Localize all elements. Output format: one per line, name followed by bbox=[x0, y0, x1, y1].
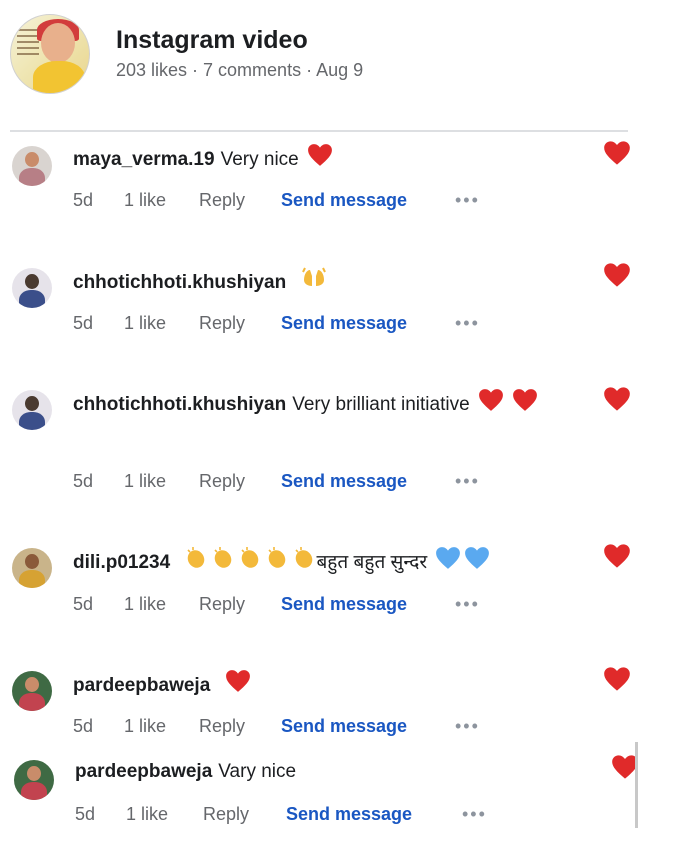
reply-button[interactable]: Reply bbox=[199, 716, 245, 737]
avatar[interactable] bbox=[14, 760, 54, 800]
red-heart-emoji bbox=[512, 388, 538, 422]
comment-body: Very brilliant initiative bbox=[292, 394, 470, 416]
red-heart-emoji bbox=[307, 143, 333, 177]
clapping-hands-emoji bbox=[238, 546, 262, 580]
clapping-hands-emoji bbox=[292, 546, 316, 580]
more-options-icon[interactable]: ••• bbox=[455, 716, 480, 737]
like-heart-icon[interactable] bbox=[603, 262, 631, 293]
comment-like-count[interactable]: 1 like bbox=[124, 313, 166, 334]
clapping-hands-emoji bbox=[265, 546, 289, 580]
comment-time: 5d bbox=[73, 313, 94, 333]
reply-button[interactable]: Reply bbox=[199, 471, 245, 492]
clapping-hands-emoji bbox=[211, 546, 235, 580]
comment-username[interactable]: chhotichhoti.khushiyan bbox=[73, 394, 286, 415]
comment-actions: 5d 1 like Reply Send message ••• bbox=[73, 471, 493, 493]
more-options-icon[interactable]: ••• bbox=[455, 471, 480, 492]
comment-like-count[interactable]: 1 like bbox=[126, 804, 168, 825]
comment-time: 5d bbox=[73, 190, 94, 210]
more-options-icon[interactable]: ••• bbox=[455, 313, 480, 334]
raising-hands-emoji bbox=[301, 266, 327, 300]
comment-text: maya_verma.19 Very nice bbox=[73, 143, 593, 177]
blue-heart-emoji bbox=[464, 546, 490, 580]
divider bbox=[10, 130, 628, 132]
clapping-hands-emoji bbox=[184, 546, 208, 580]
more-options-icon[interactable]: ••• bbox=[455, 190, 480, 211]
comment-actions: 5d 1 like Reply Send message ••• bbox=[75, 804, 495, 826]
comment-body: Vary nice bbox=[218, 761, 297, 782]
send-message-button[interactable]: Send message bbox=[281, 471, 407, 492]
comment-actions: 5d 1 like Reply Send message ••• bbox=[73, 594, 493, 616]
comment-text: dili.p01234 बहुत बहुत सुन्दर bbox=[73, 546, 593, 580]
more-options-icon[interactable]: ••• bbox=[455, 594, 480, 615]
post-header: Instagram video 203 likes · 7 comments ·… bbox=[10, 14, 610, 96]
like-heart-icon[interactable] bbox=[603, 543, 631, 574]
reply-button[interactable]: Reply bbox=[199, 190, 245, 211]
red-heart-emoji bbox=[478, 388, 504, 422]
comment-body: बहुत बहुत सुन्दर bbox=[316, 552, 428, 574]
post-title[interactable]: Instagram video bbox=[116, 26, 308, 55]
comment-like-count[interactable]: 1 like bbox=[124, 594, 166, 615]
comment-username[interactable]: pardeepbaweja bbox=[75, 761, 212, 782]
comment-time: 5d bbox=[73, 594, 94, 614]
comment-like-count[interactable]: 1 like bbox=[124, 471, 166, 492]
like-heart-icon[interactable] bbox=[603, 386, 631, 417]
comment-text: pardeepbaweja Vary nice bbox=[75, 757, 595, 787]
comment-actions: 5d 1 like Reply Send message ••• bbox=[73, 313, 493, 335]
avatar[interactable] bbox=[12, 671, 52, 711]
comment-time: 5d bbox=[73, 716, 94, 736]
avatar[interactable] bbox=[12, 548, 52, 588]
comment-text: pardeepbaweja bbox=[73, 669, 593, 703]
comment-body: Very nice bbox=[220, 149, 299, 171]
comment-actions: 5d 1 like Reply Send message ••• bbox=[73, 716, 493, 738]
comment-username[interactable]: chhotichhoti.khushiyan bbox=[73, 272, 286, 293]
comment-time: 5d bbox=[73, 471, 94, 491]
comment-username[interactable]: maya_verma.19 bbox=[73, 149, 215, 170]
red-heart-emoji bbox=[225, 669, 251, 703]
comment-text: chhotichhoti.khushiyan bbox=[73, 266, 593, 300]
send-message-button[interactable]: Send message bbox=[281, 190, 407, 211]
blue-heart-emoji bbox=[435, 546, 461, 580]
reply-button[interactable]: Reply bbox=[199, 313, 245, 334]
like-heart-icon[interactable] bbox=[603, 666, 631, 697]
send-message-button[interactable]: Send message bbox=[286, 804, 412, 825]
scrollbar[interactable] bbox=[635, 742, 638, 828]
post-meta: 203 likes · 7 comments · Aug 9 bbox=[116, 60, 364, 80]
send-message-button[interactable]: Send message bbox=[281, 716, 407, 737]
comment-username[interactable]: pardeepbaweja bbox=[73, 675, 210, 696]
like-heart-icon[interactable] bbox=[603, 140, 631, 171]
avatar[interactable] bbox=[12, 268, 52, 308]
reply-button[interactable]: Reply bbox=[199, 594, 245, 615]
comment-like-count[interactable]: 1 like bbox=[124, 190, 166, 211]
comment-time: 5d bbox=[75, 804, 96, 824]
comment-actions: 5d 1 like Reply Send message ••• bbox=[73, 190, 493, 212]
reply-button[interactable]: Reply bbox=[203, 804, 249, 825]
avatar[interactable] bbox=[12, 146, 52, 186]
comment-username[interactable]: dili.p01234 bbox=[73, 552, 170, 573]
post-thumbnail[interactable] bbox=[10, 14, 90, 94]
send-message-button[interactable]: Send message bbox=[281, 594, 407, 615]
comment-text: chhotichhoti.khushiyan Very brilliant ini… bbox=[73, 388, 593, 422]
comment-like-count[interactable]: 1 like bbox=[124, 716, 166, 737]
send-message-button[interactable]: Send message bbox=[281, 313, 407, 334]
avatar[interactable] bbox=[12, 390, 52, 430]
more-options-icon[interactable]: ••• bbox=[462, 804, 487, 825]
